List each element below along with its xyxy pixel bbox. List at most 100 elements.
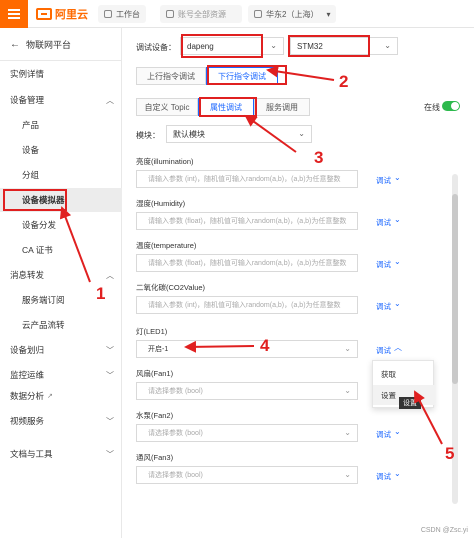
co2-input[interactable]: 请输入参数 (int)，随机值可输入random(a,b)，(a,b)为任意整数 bbox=[136, 296, 358, 314]
sidebar-divider bbox=[0, 60, 122, 61]
sidebar-item-label: 设备分发 bbox=[22, 220, 57, 230]
chevron-down-icon: ⌄ bbox=[270, 41, 277, 50]
humidity-input[interactable]: 请输入参数 (float)，随机值可输入random(a,b)，(a,b)为任意… bbox=[136, 212, 358, 230]
sidebar-item-label: CA 证书 bbox=[22, 245, 53, 255]
sidebar-item-instance-details[interactable]: 实例详情 bbox=[0, 62, 122, 86]
chevron-down-icon: ﹀ bbox=[106, 449, 114, 459]
sidebar-item-ca-certificate[interactable]: CA 证书 bbox=[0, 238, 122, 262]
tab-label: 上行指令调试 bbox=[147, 71, 195, 81]
chevron-down-icon[interactable]: ⌄ bbox=[394, 469, 401, 478]
debug-link-humidity[interactable]: 调试 bbox=[376, 217, 391, 228]
sidebar-item-video-service[interactable]: 视频服务 ﹀ bbox=[0, 409, 122, 433]
debug-device-label: 调试设备： bbox=[136, 43, 176, 52]
workbench-button[interactable]: 工作台 bbox=[98, 5, 146, 23]
tab-service-call[interactable]: 服务调用 bbox=[254, 98, 310, 116]
chevron-down-icon: ﹀ bbox=[106, 416, 114, 426]
chevron-down-icon: ⌄ bbox=[344, 428, 351, 437]
input-placeholder: 请输入参数 (float)，随机值可输入random(a,b)，(a,b)为任意… bbox=[148, 218, 347, 225]
annotation-number-5: 5 bbox=[445, 444, 455, 463]
region-selector[interactable]: 华东2（上海） ▾ bbox=[248, 5, 337, 23]
module-select[interactable]: 默认模块 ⌄ bbox=[166, 125, 312, 143]
tab-label: 服务调用 bbox=[266, 102, 298, 112]
sidebar-item-device-assignment[interactable]: 设备划归 ﹀ bbox=[0, 338, 122, 362]
location-icon bbox=[254, 10, 262, 18]
menu-icon[interactable] bbox=[0, 0, 28, 28]
chevron-down-icon[interactable]: ⌄ bbox=[394, 299, 401, 308]
debug-link-temperature[interactable]: 调试 bbox=[376, 259, 391, 270]
annotation-number-1: 1 bbox=[96, 284, 106, 303]
input-placeholder: 请选择参数 (bool) bbox=[148, 388, 203, 395]
chevron-down-icon: ⌄ bbox=[384, 41, 391, 50]
account-resources-selector[interactable]: 账号全部资源 bbox=[160, 5, 242, 23]
online-toggle[interactable] bbox=[442, 101, 460, 111]
back-arrow-icon[interactable]: ← bbox=[10, 39, 20, 50]
chevron-down-icon: ⌄ bbox=[344, 470, 351, 479]
sidebar-item-groups[interactable]: 分组 bbox=[0, 163, 122, 187]
field-label-illumination: 亮度(illumination) bbox=[136, 157, 194, 166]
home-icon bbox=[104, 10, 112, 18]
sidebar-item-label: 视频服务 bbox=[10, 416, 45, 426]
field-label-fan1: 风扇(Fan1) bbox=[136, 369, 174, 378]
field-label-humidity: 湿度(Humidity) bbox=[136, 199, 186, 208]
scrollbar-thumb[interactable] bbox=[452, 194, 458, 384]
tab-label: 自定义 Topic bbox=[144, 102, 190, 112]
dropdown-item-get[interactable]: 获取 bbox=[373, 364, 435, 384]
tab-custom-topic[interactable]: 自定义 Topic bbox=[136, 98, 198, 116]
fan1-select[interactable]: 请选择参数 (bool) ⌄ bbox=[136, 382, 358, 400]
highlight-product-select bbox=[288, 35, 370, 57]
chevron-down-icon: ⌄ bbox=[344, 344, 351, 353]
aliyun-logo-icon bbox=[36, 8, 52, 20]
chevron-down-icon[interactable]: ⌄ bbox=[394, 173, 401, 182]
dropdown-item-label: 获取 bbox=[381, 369, 396, 379]
fan3-select[interactable]: 请选择参数 (bool) ⌄ bbox=[136, 466, 358, 484]
workbench-label: 工作台 bbox=[116, 9, 140, 19]
debug-link-led1[interactable]: 调试 bbox=[376, 345, 391, 356]
sidebar-item-label: 分组 bbox=[22, 170, 40, 180]
chevron-up-icon[interactable]: ︿ bbox=[394, 342, 402, 353]
annotation-number-2: 2 bbox=[339, 72, 349, 91]
illumination-input[interactable]: 请输入参数 (int)，随机值可输入random(a,b)，(a,b)为任意整数 bbox=[136, 170, 358, 188]
debug-link-co2[interactable]: 调试 bbox=[376, 301, 391, 312]
chevron-down-icon: ▾ bbox=[326, 9, 331, 19]
field-label-co2: 二氧化碳(CO2Value) bbox=[136, 283, 206, 292]
highlight-downlink-tab bbox=[207, 65, 287, 85]
sidebar-item-label: 设备管理 bbox=[10, 95, 45, 105]
sidebar-item-label: 设备划归 bbox=[10, 345, 45, 355]
tab-uplink-debug[interactable]: 上行指令调试 bbox=[136, 67, 206, 85]
fan2-select[interactable]: 请选择参数 (bool) ⌄ bbox=[136, 424, 358, 442]
debug-link-fan3[interactable]: 调试 bbox=[376, 471, 391, 482]
sidebar-item-cloud-product-flow[interactable]: 云产品流转 bbox=[0, 313, 122, 337]
sidebar-item-label: 实例详情 bbox=[10, 69, 45, 79]
temperature-input[interactable]: 请输入参数 (float)，随机值可输入random(a,b)，(a,b)为任意… bbox=[136, 254, 358, 272]
online-label: 在线 bbox=[424, 103, 440, 112]
sidebar-item-device-management[interactable]: 设备管理 ︿ bbox=[0, 88, 122, 112]
sidebar-item-label: 云产品流转 bbox=[22, 320, 65, 330]
sidebar-header[interactable]: ← 物联网平台 bbox=[10, 38, 71, 51]
debug-link-illumination[interactable]: 调试 bbox=[376, 175, 391, 186]
sidebar-item-docs-tools[interactable]: 文档与工具 ﹀ bbox=[0, 442, 122, 466]
debug-link-fan2[interactable]: 调试 bbox=[376, 429, 391, 440]
chevron-down-icon[interactable]: ⌄ bbox=[394, 427, 401, 436]
sidebar-item-label: 监控运维 bbox=[10, 370, 45, 380]
resources-icon bbox=[166, 10, 174, 18]
field-label-fan3: 通风(Fan3) bbox=[136, 453, 174, 462]
led1-select[interactable]: 开启-1 ⌄ bbox=[136, 340, 358, 358]
sidebar-item-device-distribution[interactable]: 设备分发 bbox=[0, 213, 122, 237]
input-placeholder: 请输入参数 (int)，随机值可输入random(a,b)，(a,b)为任意整数 bbox=[148, 302, 341, 309]
field-label-temperature: 温度(temperature) bbox=[136, 241, 197, 250]
module-select-value: 默认模块 bbox=[173, 129, 205, 139]
main-content: 调试设备： dapeng ⌄ STM32 ⌄ 上行指令调试 下行指令调试 自定义… bbox=[122, 28, 474, 538]
highlight-device-select bbox=[181, 34, 263, 58]
annotation-number-3: 3 bbox=[314, 148, 324, 167]
sidebar-item-products[interactable]: 产品 bbox=[0, 113, 122, 137]
chevron-down-icon: ﹀ bbox=[106, 345, 114, 355]
chevron-down-icon: ⌄ bbox=[344, 386, 351, 395]
sidebar-item-data-analysis[interactable]: 数据分析 ↗ bbox=[0, 384, 122, 408]
external-link-icon: ↗ bbox=[47, 393, 53, 400]
chevron-down-icon[interactable]: ⌄ bbox=[394, 257, 401, 266]
chevron-down-icon[interactable]: ⌄ bbox=[394, 215, 401, 224]
sidebar-item-devices[interactable]: 设备 bbox=[0, 138, 122, 162]
aliyun-logo[interactable]: 阿里云 bbox=[36, 6, 88, 22]
sidebar-item-label: 产品 bbox=[22, 120, 40, 130]
top-bar: 阿里云 工作台 账号全部资源 华东2（上海） ▾ bbox=[0, 0, 474, 28]
